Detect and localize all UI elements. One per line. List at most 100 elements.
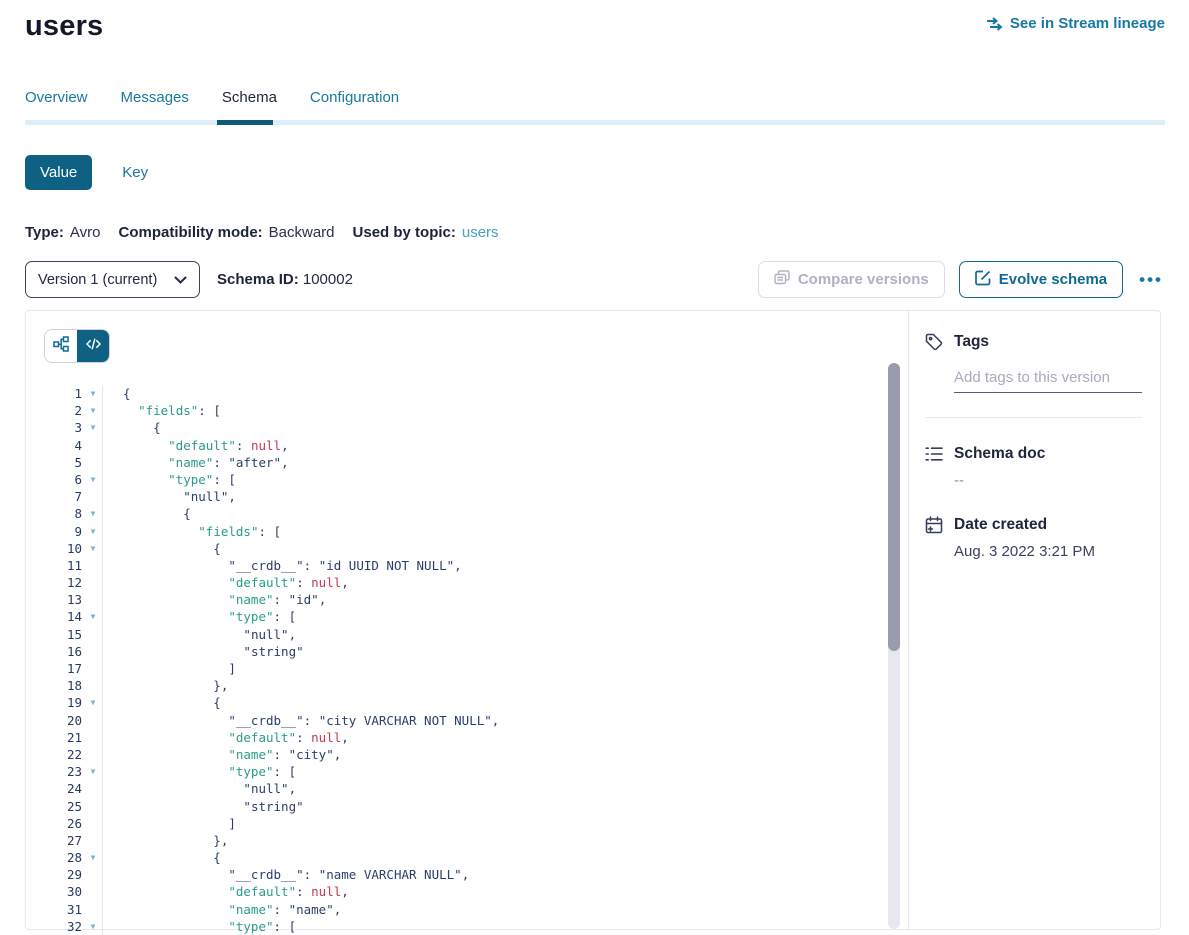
stream-lineage-icon: [986, 17, 1003, 31]
tab-schema[interactable]: Schema: [222, 89, 277, 120]
code-line: 5 "name": "after",: [44, 454, 908, 471]
fold-spacer: [84, 746, 102, 763]
sidebar-divider: [925, 417, 1142, 418]
page: users See in Stream lineage Overview Mes…: [0, 0, 1189, 930]
value-key-toggle: Value Key: [25, 155, 1165, 190]
code-line: 19▼ {: [44, 694, 908, 711]
line-number: 27: [44, 832, 84, 849]
value-toggle-button[interactable]: Value: [25, 155, 92, 190]
schema-doc-title: Schema doc: [954, 445, 1045, 463]
line-number: 15: [44, 626, 84, 643]
fold-toggle-icon[interactable]: ▼: [84, 608, 102, 625]
code-line: 26 ]: [44, 815, 908, 832]
fold-spacer: [84, 557, 102, 574]
compatibility-value: Backward: [269, 224, 335, 241]
code-line-content: "fields": [: [103, 523, 281, 540]
key-toggle-button[interactable]: Key: [122, 164, 148, 181]
version-select-value: Version 1 (current): [38, 272, 157, 288]
editor-scrollbar-track[interactable]: [888, 363, 900, 929]
fold-toggle-icon[interactable]: ▼: [84, 471, 102, 488]
line-number: 2: [44, 402, 84, 419]
tree-view-button[interactable]: [45, 330, 77, 362]
doc-list-icon: [925, 446, 943, 462]
fold-toggle-icon[interactable]: ▼: [84, 385, 102, 402]
code-line: 21 "default": null,: [44, 729, 908, 746]
code-view-button[interactable]: [77, 330, 109, 362]
fold-toggle-icon[interactable]: ▼: [84, 505, 102, 522]
code-line-content: ]: [103, 660, 236, 677]
fold-spacer: [84, 901, 102, 918]
evolve-schema-button[interactable]: Evolve schema: [959, 261, 1123, 298]
tab-configuration[interactable]: Configuration: [310, 89, 399, 120]
fold-spacer: [84, 883, 102, 900]
code-line-content: ]: [103, 815, 236, 832]
code-line: 31 "name": "name",: [44, 901, 908, 918]
more-actions-button[interactable]: •••: [1137, 270, 1165, 290]
code-line-content: "type": [: [103, 608, 296, 625]
line-number: 23: [44, 763, 84, 780]
fold-toggle-icon[interactable]: ▼: [84, 419, 102, 436]
line-number: 17: [44, 660, 84, 677]
line-number: 8: [44, 505, 84, 522]
code-line: 30 "default": null,: [44, 883, 908, 900]
schema-id: Schema ID: 100002: [217, 271, 353, 288]
used-by-topic-label: Used by topic:: [353, 224, 456, 241]
code-line: 4 "default": null,: [44, 437, 908, 454]
fold-toggle-icon[interactable]: ▼: [84, 694, 102, 711]
fold-spacer: [84, 677, 102, 694]
code-line-content: "null",: [103, 626, 296, 643]
see-in-stream-lineage-link[interactable]: See in Stream lineage: [986, 15, 1165, 32]
fold-toggle-icon[interactable]: ▼: [84, 540, 102, 557]
fold-spacer: [84, 729, 102, 746]
line-number: 16: [44, 643, 84, 660]
line-number: 19: [44, 694, 84, 711]
schema-doc-value: --: [954, 472, 1142, 489]
line-number: 21: [44, 729, 84, 746]
schema-editor: 1▼{2▼ "fields": [3▼ {4 "default": null,5…: [26, 311, 909, 929]
line-number: 1: [44, 385, 84, 402]
fold-spacer: [84, 488, 102, 505]
code-line: 13 "name": "id",: [44, 591, 908, 608]
line-number: 5: [44, 454, 84, 471]
editor-scrollbar-thumb[interactable]: [888, 363, 900, 651]
fold-toggle-icon[interactable]: ▼: [84, 402, 102, 419]
code-line-content: "string": [103, 643, 304, 660]
fold-toggle-icon[interactable]: ▼: [84, 763, 102, 780]
code-line-content: "__crdb__": "id UUID NOT NULL",: [103, 557, 462, 574]
line-number: 24: [44, 780, 84, 797]
code-line-content: "name": "name",: [103, 901, 341, 918]
schema-id-label: Schema ID:: [217, 271, 299, 288]
fold-toggle-icon[interactable]: ▼: [84, 849, 102, 866]
tags-section-header: Tags: [925, 333, 1142, 351]
version-select[interactable]: Version 1 (current): [25, 261, 200, 298]
code-line-content: "default": null,: [103, 729, 349, 746]
add-tags-input[interactable]: [954, 367, 1142, 393]
schema-panel: 1▼{2▼ "fields": [3▼ {4 "default": null,5…: [25, 310, 1161, 930]
code-line: 25 "string": [44, 798, 908, 815]
page-header: users See in Stream lineage: [25, 10, 1165, 43]
code-line-content: "fields": [: [103, 402, 221, 419]
topic-link[interactable]: users: [462, 224, 499, 241]
tab-overview[interactable]: Overview: [25, 89, 88, 120]
fold-spacer: [84, 454, 102, 471]
line-number: 30: [44, 883, 84, 900]
code-line-content: "name": "city",: [103, 746, 341, 763]
compare-versions-icon: [774, 270, 790, 290]
code-line: 28▼ {: [44, 849, 908, 866]
compare-versions-button[interactable]: Compare versions: [758, 261, 945, 298]
tab-messages[interactable]: Messages: [121, 89, 189, 120]
fold-toggle-icon[interactable]: ▼: [84, 523, 102, 540]
code-line: 22 "name": "city",: [44, 746, 908, 763]
code-line: 14▼ "type": [: [44, 608, 908, 625]
line-number: 13: [44, 591, 84, 608]
line-number: 25: [44, 798, 84, 815]
code-line: 1▼{: [44, 385, 908, 402]
fold-toggle-icon[interactable]: ▼: [84, 918, 102, 935]
code-line: 11 "__crdb__": "id UUID NOT NULL",: [44, 557, 908, 574]
fold-spacer: [84, 574, 102, 591]
compatibility-label: Compatibility mode:: [118, 224, 262, 241]
code-line-content: "type": [: [103, 763, 296, 780]
evolve-schema-label: Evolve schema: [999, 271, 1107, 288]
code-line-content: },: [103, 677, 228, 694]
line-number: 6: [44, 471, 84, 488]
